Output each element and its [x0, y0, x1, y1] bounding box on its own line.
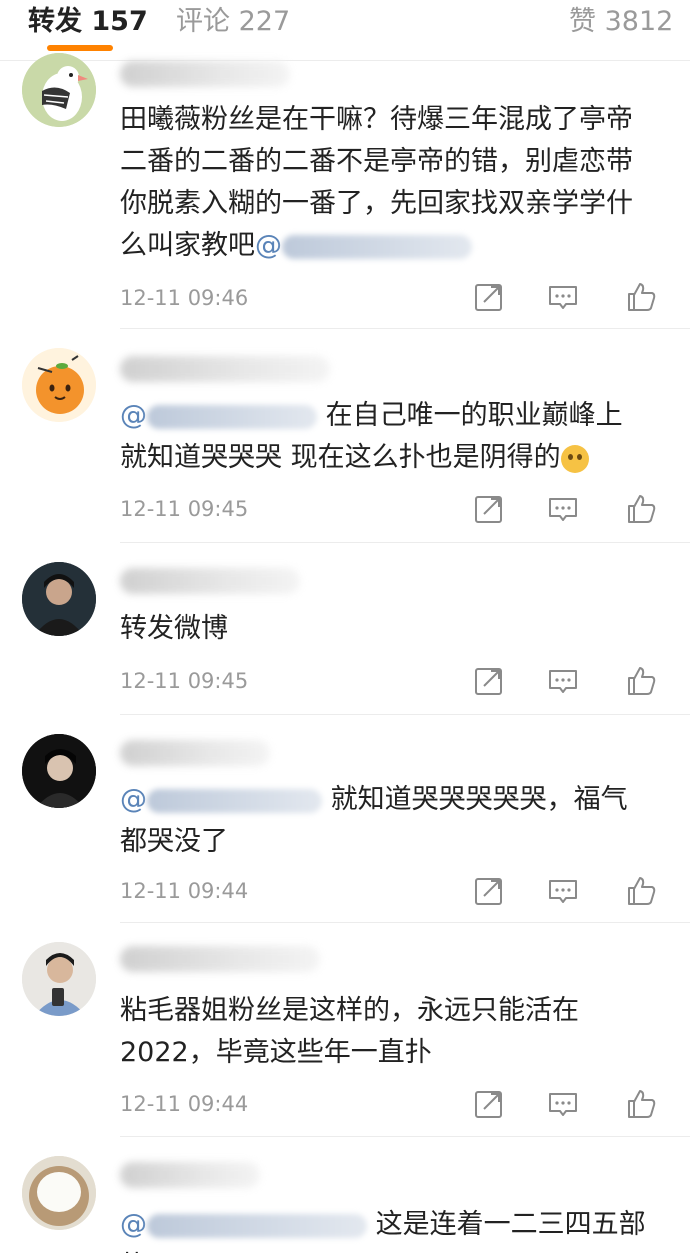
username-blurred[interactable]	[120, 740, 270, 766]
comment-line: 么叫家教吧	[120, 230, 255, 261]
mention-blurred	[147, 404, 317, 429]
comment-time: 12-11 09:45	[120, 669, 249, 693]
avatar[interactable]	[22, 348, 96, 422]
repost-icon[interactable]	[472, 280, 506, 314]
comment-text: @ 这是连着一二三四五部扑	[120, 1204, 670, 1253]
comment-item: 田曦薇粉丝是在干嘛？待爆三年混成了亭帝 二番的二番的二番不是亭帝的错，别虐恋带 …	[0, 53, 690, 329]
comment-item: @ 这是连着一二三四五部扑	[0, 1138, 690, 1253]
comment-time: 12-11 09:45	[120, 497, 249, 521]
comment-line: 都哭没了	[120, 826, 228, 857]
avatar[interactable]	[22, 942, 96, 1016]
avatar[interactable]	[22, 1156, 96, 1230]
comment-icon[interactable]	[546, 874, 580, 908]
username-blurred[interactable]	[120, 946, 320, 972]
tab-reposts[interactable]: 转发 157	[28, 4, 148, 40]
avatar[interactable]	[22, 562, 96, 636]
mention-link[interactable]: @	[120, 400, 317, 431]
comment-line: 你脱素入糊的一番了，先回家找双亲学学什	[120, 188, 633, 219]
avatar[interactable]	[22, 734, 96, 808]
comment-text: 田曦薇粉丝是在干嘛？待爆三年混成了亭帝 二番的二番的二番不是亭帝的错，别虐恋带 …	[120, 99, 670, 267]
comment-time: 12-11 09:46	[120, 286, 249, 310]
divider	[120, 922, 690, 923]
comment-icon[interactable]	[546, 664, 580, 698]
mention-link[interactable]: @	[120, 1209, 367, 1240]
username-blurred[interactable]	[120, 1162, 260, 1188]
like-icon[interactable]	[624, 492, 658, 526]
comment-item: @ 在自己唯一的职业巅峰上 就知道哭哭哭 现在这么扑也是阴得的 12-11 09…	[0, 330, 690, 543]
mention-link[interactable]: @	[120, 784, 322, 815]
like-icon[interactable]	[624, 1087, 658, 1121]
emoji-icon	[560, 444, 589, 473]
repost-icon[interactable]	[472, 492, 506, 526]
username-blurred[interactable]	[120, 356, 330, 382]
comment-icon[interactable]	[546, 1087, 580, 1121]
comment-time: 12-11 09:44	[120, 1092, 249, 1116]
comment-item: 粘毛器姐粉丝是这样的，永远只能活在 2022，毕竟这些年一直扑 12-11 09…	[0, 924, 690, 1137]
divider	[120, 714, 690, 715]
comment-line: 2022，毕竟这些年一直扑	[120, 1037, 432, 1068]
like-icon[interactable]	[624, 664, 658, 698]
repost-icon[interactable]	[472, 1087, 506, 1121]
comment-line: 二番的二番的二番不是亭帝的错，别虐恋带	[120, 146, 633, 177]
mention-link[interactable]: @	[255, 230, 472, 261]
active-tab-indicator	[47, 45, 113, 51]
comment-icon[interactable]	[546, 492, 580, 526]
divider	[120, 542, 690, 543]
comment-item: @ 就知道哭哭哭哭哭，福气 都哭没了 12-11 09:44	[0, 716, 690, 923]
mention-blurred	[147, 788, 322, 813]
comment-line: 粘毛器姐粉丝是这样的，永远只能活在	[120, 995, 579, 1026]
mention-blurred	[147, 1213, 367, 1238]
repost-icon[interactable]	[472, 874, 506, 908]
tab-bar: 转发 157 评论 227 赞 3812	[0, 0, 690, 61]
divider	[120, 1136, 690, 1137]
comment-text: 转发微博	[120, 608, 670, 650]
tab-likes[interactable]: 赞 3812	[569, 4, 673, 40]
comment-icon[interactable]	[546, 280, 580, 314]
divider	[120, 328, 690, 329]
avatar[interactable]	[22, 53, 96, 127]
comment-time: 12-11 09:44	[120, 879, 249, 903]
mention-blurred	[282, 234, 472, 259]
like-icon[interactable]	[624, 280, 658, 314]
comment-text: 粘毛器姐粉丝是这样的，永远只能活在 2022，毕竟这些年一直扑	[120, 990, 670, 1074]
comment-text: @ 在自己唯一的职业巅峰上 就知道哭哭哭 现在这么扑也是阴得的	[120, 395, 670, 479]
username-blurred[interactable]	[120, 61, 290, 87]
comment-line: 在自己唯一的职业巅峰上	[325, 400, 623, 431]
tab-comments[interactable]: 评论 227	[176, 4, 290, 40]
comment-item: 转发微博 12-11 09:45	[0, 544, 690, 715]
comment-line: 转发微博	[120, 613, 228, 644]
comment-line: 就知道哭哭哭 现在这么扑也是阴得的	[120, 442, 561, 473]
comment-line: 田曦薇粉丝是在干嘛？待爆三年混成了亭帝	[120, 104, 633, 135]
username-blurred[interactable]	[120, 568, 300, 594]
comment-text: @ 就知道哭哭哭哭哭，福气 都哭没了	[120, 779, 670, 863]
comment-line: 就知道哭哭哭哭哭，福气	[330, 784, 628, 815]
repost-icon[interactable]	[472, 664, 506, 698]
like-icon[interactable]	[624, 874, 658, 908]
